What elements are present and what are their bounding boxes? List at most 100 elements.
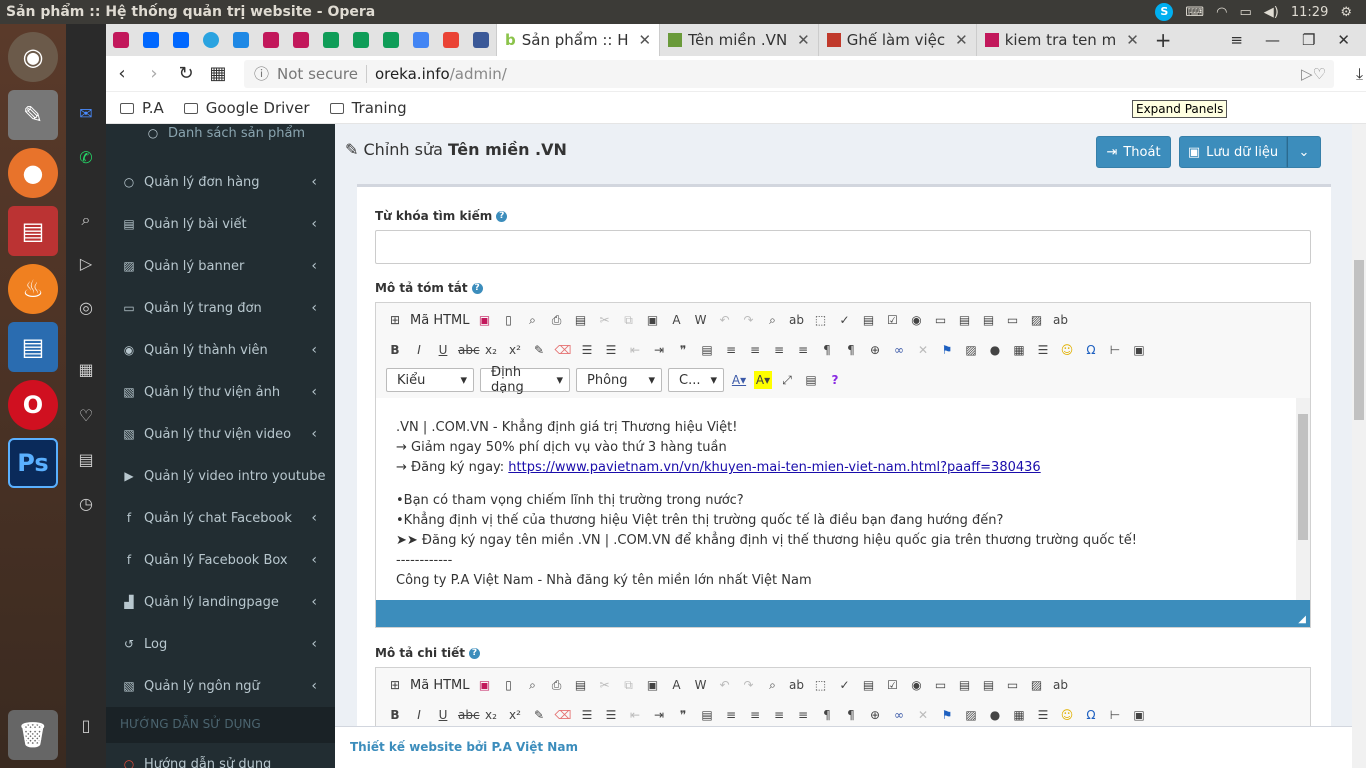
flash-icon[interactable]: ● <box>986 706 1004 724</box>
cut-icon[interactable]: ✂ <box>596 676 614 694</box>
print-icon[interactable]: ⎙ <box>548 311 566 329</box>
undo-icon[interactable]: ↶ <box>716 311 734 329</box>
sidebar-item-youtube-intro[interactable]: ▶ Quản lý video intro youtube <box>106 455 335 497</box>
info-icon[interactable]: ⓘ <box>254 63 269 84</box>
news-icon[interactable]: ▤ <box>76 450 96 470</box>
page-scrollbar-thumb[interactable] <box>1354 260 1364 420</box>
div-icon[interactable]: ▤ <box>698 341 716 359</box>
new-page-icon[interactable]: ▯ <box>500 676 518 694</box>
download-icon[interactable]: ⤓ <box>1356 64 1363 84</box>
save-button[interactable]: ▣ Lưu dữ liệu <box>1179 136 1287 168</box>
pinned-tab[interactable] <box>406 24 436 56</box>
form-icon[interactable]: ▤ <box>860 311 878 329</box>
sidebar-item-fb-box[interactable]: f Quản lý Facebook Box ‹ <box>106 539 335 581</box>
indent-icon[interactable]: ⇥ <box>650 341 668 359</box>
whatsapp-icon[interactable]: ✆ <box>76 148 96 168</box>
new-tab-button[interactable]: + <box>1147 24 1180 56</box>
underline-icon[interactable]: U <box>434 341 452 359</box>
find-icon[interactable]: ⌕ <box>764 311 782 329</box>
hidden-field-icon[interactable]: ab <box>1052 311 1070 329</box>
print-icon[interactable]: ⎙ <box>548 676 566 694</box>
align-right-icon[interactable]: ≡ <box>770 706 788 724</box>
grid-icon[interactable]: ▦ <box>76 360 96 380</box>
templates-icon[interactable]: ▤ <box>572 311 590 329</box>
share-icon[interactable]: ▷♡ <box>1301 65 1334 83</box>
writer-icon[interactable]: ▤ <box>8 322 58 372</box>
show-blocks-icon[interactable]: ▤ <box>802 371 820 389</box>
spellcheck-icon[interactable]: ✓ <box>836 676 854 694</box>
help-icon[interactable]: ? <box>469 647 481 659</box>
maximize-icon[interactable]: ⤢ <box>778 371 796 389</box>
pinned-tab[interactable] <box>136 24 166 56</box>
anchor-flag-icon[interactable]: ⚑ <box>938 341 956 359</box>
close-tab-icon[interactable]: ✕ <box>797 31 810 49</box>
new-page-icon[interactable]: ▯ <box>500 311 518 329</box>
preview-icon[interactable]: ⌕ <box>524 676 542 694</box>
speed-dial-icon[interactable]: ▦ <box>202 63 234 84</box>
italic-icon[interactable]: I <box>410 341 428 359</box>
style-combo[interactable]: Kiểu ▾ <box>386 368 474 392</box>
special-char-icon[interactable]: Ω <box>1082 341 1100 359</box>
checkbox-icon[interactable]: ☑ <box>884 311 902 329</box>
bold-icon[interactable]: B <box>386 706 404 724</box>
radio-icon[interactable]: ◉ <box>908 676 926 694</box>
firefox-icon[interactable]: ● <box>8 148 58 198</box>
copy-icon[interactable]: ⧉ <box>620 311 638 329</box>
source-button[interactable]: Mã HTML <box>410 678 470 693</box>
hr-icon[interactable]: ☰ <box>1034 341 1052 359</box>
opera-icon[interactable]: O <box>8 380 58 430</box>
special-char-icon[interactable]: Ω <box>1082 706 1100 724</box>
pinned-tab[interactable] <box>106 24 136 56</box>
source-icon[interactable]: ⊞ <box>386 311 404 329</box>
numbered-list-icon[interactable]: ☰ <box>578 341 596 359</box>
sidebar-item-log[interactable]: ↺ Log ‹ <box>106 623 335 665</box>
cut-icon[interactable]: ✂ <box>596 311 614 329</box>
numbered-list-icon[interactable]: ☰ <box>578 706 596 724</box>
pinned-tab[interactable] <box>316 24 346 56</box>
align-right-icon[interactable]: ≡ <box>770 341 788 359</box>
link-icon[interactable]: ∞ <box>890 341 908 359</box>
remove-format-icon[interactable]: ⌫ <box>554 706 572 724</box>
checkbox-icon[interactable]: ☑ <box>884 676 902 694</box>
help-icon[interactable]: ? <box>471 282 483 294</box>
bookmark-folder[interactable]: Google Driver <box>183 99 310 117</box>
sidebar-toggle-icon[interactable]: ▯ <box>76 716 96 736</box>
strike-icon[interactable]: abc <box>458 341 480 359</box>
pinned-tab[interactable] <box>376 24 406 56</box>
save-icon[interactable]: ▣ <box>476 676 494 694</box>
photoshop-icon[interactable]: Ps <box>8 438 58 488</box>
redo-icon[interactable]: ↷ <box>740 311 758 329</box>
button-icon[interactable]: ▭ <box>1004 311 1022 329</box>
battery-icon[interactable]: ▭ <box>1240 5 1252 20</box>
paste-word-icon[interactable]: W <box>692 311 710 329</box>
button-icon[interactable]: ▭ <box>1004 676 1022 694</box>
tab-active[interactable]: b Sản phẩm :: H ✕ <box>496 24 660 56</box>
pinned-tab[interactable] <box>226 24 256 56</box>
close-window-icon[interactable]: ✕ <box>1337 31 1350 49</box>
settings-gear-icon[interactable]: ⚙ <box>1340 5 1352 20</box>
reload-icon[interactable]: ↻ <box>170 63 202 84</box>
text-color-icon[interactable]: A▾ <box>730 371 748 389</box>
undo-icon[interactable]: ↶ <box>716 676 734 694</box>
language-icon[interactable]: ⊕ <box>866 341 884 359</box>
spellcheck-icon[interactable]: ✓ <box>836 311 854 329</box>
url-field[interactable]: ⓘ Not secure oreka.info /admin/ ▷♡ <box>244 59 1334 88</box>
sidebar-item-photo-library[interactable]: ▧ Quản lý thư viện ảnh ‹ <box>106 371 335 413</box>
sidebar-item-orders[interactable]: ○ Quản lý đơn hàng ‹ <box>106 161 335 203</box>
ltr-icon[interactable]: ¶ <box>818 341 836 359</box>
resize-handle-icon[interactable]: ◢ <box>1298 614 1306 625</box>
replace-icon[interactable]: ab <box>788 676 806 694</box>
promo-link[interactable]: https://www.pavietnam.vn/vn/khuyen-mai-t… <box>508 460 1040 475</box>
pinned-tab[interactable] <box>256 24 286 56</box>
smiley-icon[interactable]: ☺ <box>1058 341 1076 359</box>
sidebar-item-banner[interactable]: ▨ Quản lý banner ‹ <box>106 245 335 287</box>
replace-icon[interactable]: ab <box>788 311 806 329</box>
align-left-icon[interactable]: ≡ <box>722 706 740 724</box>
page-break-icon[interactable]: ⊢ <box>1106 341 1124 359</box>
image-icon[interactable]: ▨ <box>962 706 980 724</box>
forward-icon[interactable]: › <box>138 63 170 84</box>
back-icon[interactable]: ‹ <box>106 63 138 84</box>
hidden-field-icon[interactable]: ab <box>1052 676 1070 694</box>
table-icon[interactable]: ▦ <box>1010 341 1028 359</box>
paste-text-icon[interactable]: A <box>668 676 686 694</box>
